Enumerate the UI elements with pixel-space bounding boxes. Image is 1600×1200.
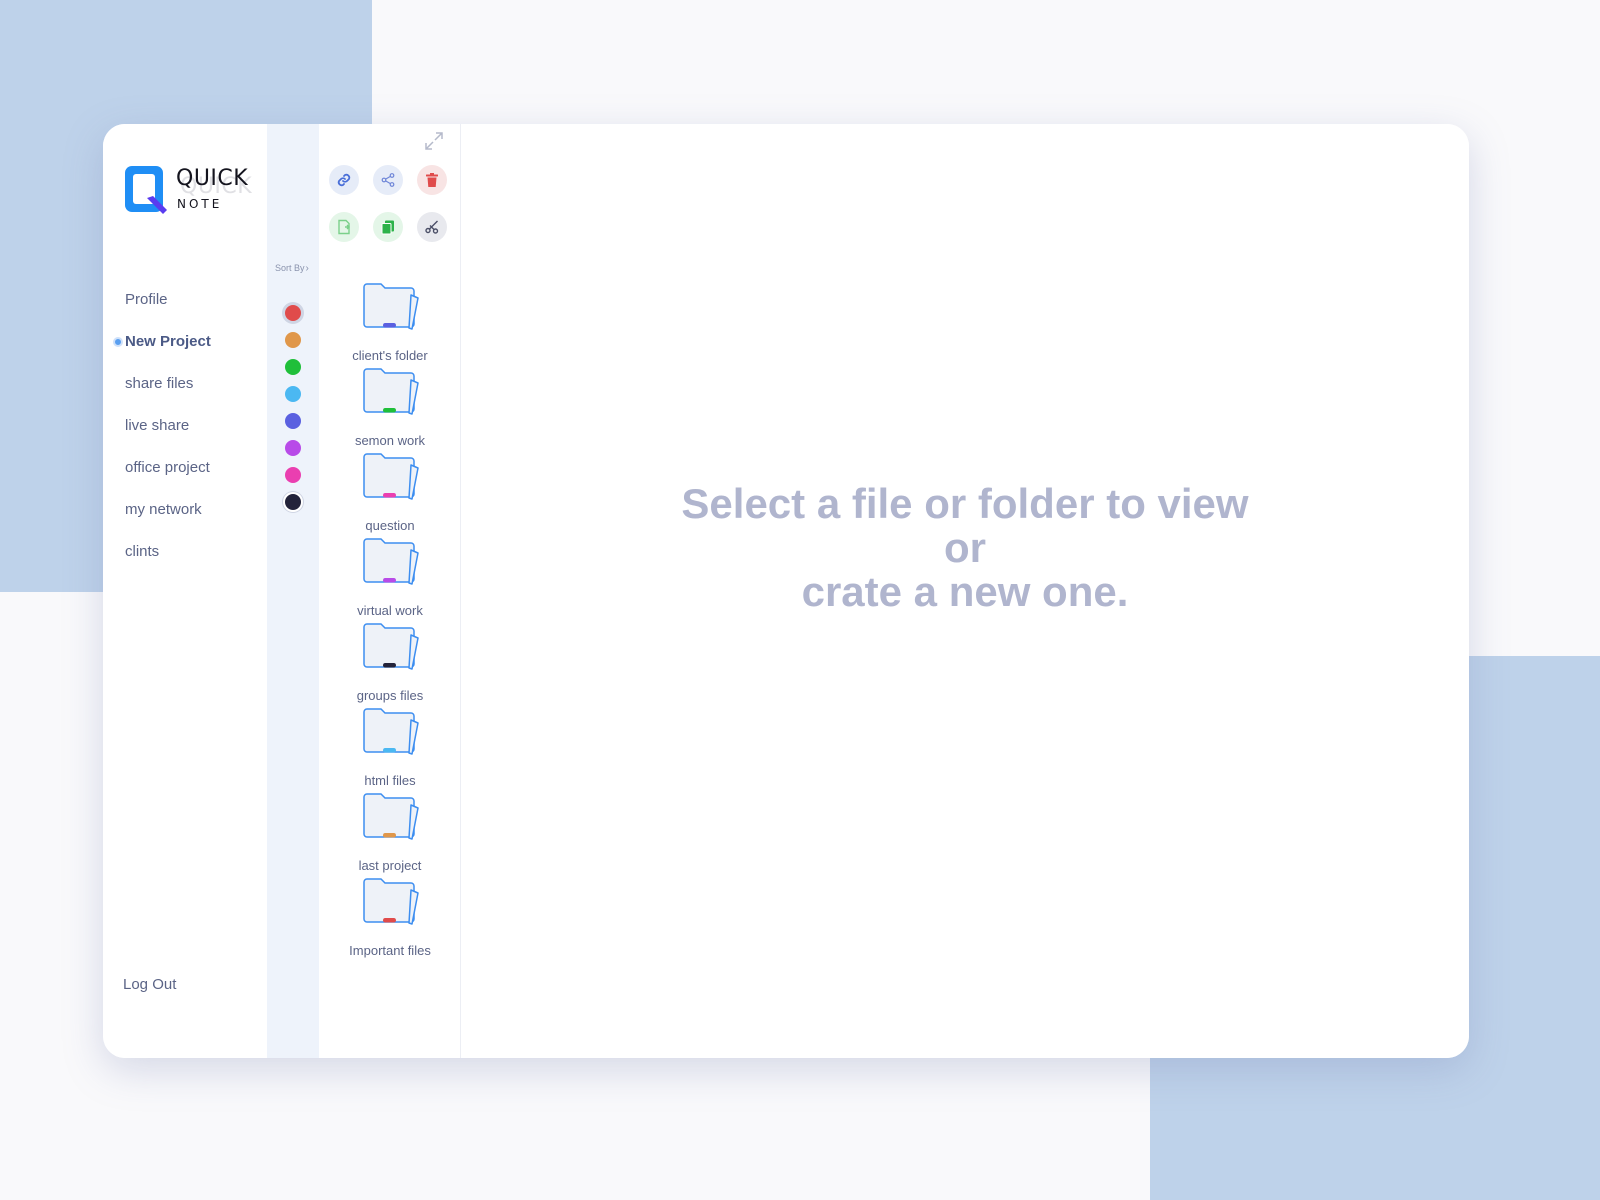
folder-icon: [363, 878, 419, 925]
sort-by-button[interactable]: Sort By›: [275, 263, 309, 274]
new-file-button[interactable]: [329, 212, 359, 242]
folder-icon: [363, 453, 419, 500]
folder-label: client's folder: [352, 348, 428, 363]
folder-color-tag: [383, 748, 396, 753]
sidebar-item-office-project[interactable]: office project: [125, 458, 211, 500]
sidebar-item-label: my network: [125, 501, 202, 518]
logo-title: QUICK: [176, 166, 249, 191]
new-file-icon: [338, 219, 350, 235]
folder-label: question: [365, 518, 415, 533]
sidebar-item-label: live share: [125, 417, 190, 434]
folder-color-tag: [383, 408, 396, 413]
sidebar: QUICK QUICK NOTE Profile New Project sha…: [103, 124, 267, 1058]
folder-icon: [363, 538, 419, 585]
expand-icon[interactable]: [423, 130, 445, 152]
delete-button[interactable]: [417, 165, 447, 195]
color-swatch-red[interactable]: [285, 305, 301, 321]
folder-color-tag: [383, 663, 396, 668]
empty-state-line-2: or: [944, 524, 986, 571]
folder-panel: client's folder semon work question virtual…: [319, 124, 461, 1058]
sidebar-item-label: New Project: [125, 333, 211, 350]
main-content: Select a file or folder to view or crate…: [461, 124, 1469, 1058]
copy-icon: [381, 220, 394, 235]
folder-color-tag: [383, 833, 396, 838]
folder-item[interactable]: last project: [319, 792, 461, 876]
sort-by-label: Sort By: [275, 263, 305, 273]
color-swatch-green[interactable]: [285, 359, 301, 375]
sidebar-item-label: clints: [125, 543, 160, 560]
folder-item[interactable]: html files: [319, 707, 461, 791]
color-swatch-dark[interactable]: [285, 494, 301, 510]
logo: QUICK QUICK NOTE: [123, 164, 263, 220]
folder-item[interactable]: groups files: [319, 622, 461, 706]
folder-color-tag: [383, 578, 396, 583]
folder-label: Important files: [349, 943, 431, 958]
sidebar-item-live-share[interactable]: live share: [125, 416, 211, 458]
logo-subtitle: NOTE: [177, 197, 223, 211]
folder-icon: [363, 708, 419, 755]
sidebar-nav: Profile New Project share files live sha…: [113, 290, 211, 584]
logo-q-icon: [125, 166, 167, 214]
sidebar-item-my-network[interactable]: my network: [125, 500, 211, 542]
color-filter-rail: Sort By›: [267, 124, 319, 1058]
sidebar-item-label: office project: [125, 459, 210, 476]
chevron-right-icon: ›: [305, 263, 309, 274]
scissors-icon: [425, 220, 439, 234]
folder-label: html files: [364, 773, 416, 788]
folder-icon: [363, 793, 419, 840]
empty-state-line-1: Select a file or folder to view: [681, 480, 1249, 527]
color-swatch-orange[interactable]: [285, 332, 301, 348]
folder-icon: [363, 368, 419, 415]
folder-color-tag: [383, 323, 396, 328]
folder-item[interactable]: semon work: [319, 367, 461, 451]
sidebar-item-label: Profile: [125, 291, 168, 308]
trash-icon: [426, 173, 438, 187]
color-swatch-indigo[interactable]: [285, 413, 301, 429]
link-icon: [337, 173, 351, 187]
active-indicator-dot: [113, 337, 123, 347]
folder-label: virtual work: [357, 603, 423, 618]
sidebar-item-clints[interactable]: clints: [125, 542, 211, 584]
folder-item[interactable]: virtual work: [319, 537, 461, 621]
empty-state-message: Select a file or folder to view or crate…: [461, 482, 1469, 614]
folder-color-tag: [383, 493, 396, 498]
color-swatch-purple[interactable]: [285, 440, 301, 456]
folder-label: last project: [358, 858, 422, 873]
app-window: QUICK QUICK NOTE Profile New Project sha…: [103, 124, 1469, 1058]
link-button[interactable]: [329, 165, 359, 195]
empty-state-line-3: crate a new one.: [801, 568, 1129, 615]
folder-label: semon work: [354, 433, 426, 448]
sidebar-item-profile[interactable]: Profile: [125, 290, 211, 332]
sidebar-item-share-files[interactable]: share files: [125, 374, 211, 416]
folder-icon: [363, 283, 419, 330]
sidebar-item-new-project[interactable]: New Project: [113, 332, 211, 374]
share-button[interactable]: [373, 165, 403, 195]
folder-item[interactable]: client's folder: [319, 282, 461, 366]
folder-item[interactable]: Important files: [319, 877, 461, 961]
color-swatch-light-blue[interactable]: [285, 386, 301, 402]
share-icon: [381, 173, 395, 187]
folder-label: groups files: [356, 688, 424, 703]
sidebar-item-label: share files: [125, 375, 194, 392]
copy-button[interactable]: [373, 212, 403, 242]
logout-button[interactable]: Log Out: [123, 976, 176, 993]
folder-icon: [363, 623, 419, 670]
color-swatch-pink[interactable]: [285, 467, 301, 483]
folder-color-tag: [383, 918, 396, 923]
folder-item[interactable]: question: [319, 452, 461, 536]
cut-button[interactable]: [417, 212, 447, 242]
